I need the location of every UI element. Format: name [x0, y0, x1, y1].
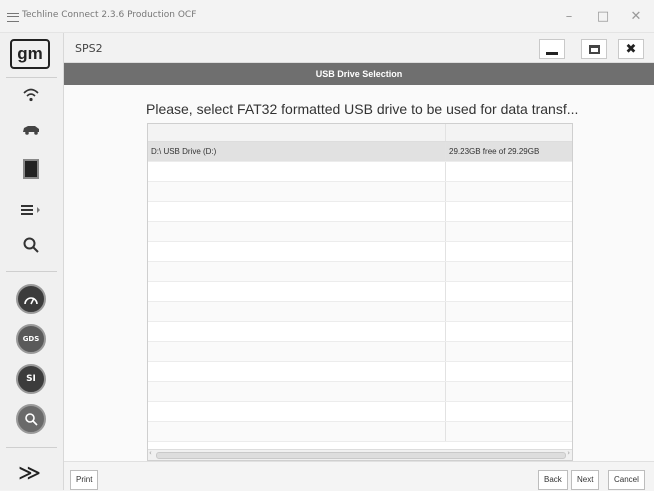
section-banner: USB Drive Selection: [64, 63, 654, 85]
menu-icon[interactable]: [7, 13, 19, 22]
scroll-right-icon[interactable]: ›: [567, 449, 570, 457]
close-panel-button[interactable]: ✖: [618, 39, 644, 59]
empty-cell: [446, 182, 572, 201]
drive-space-cell: 29.23GB free of 29.29GB: [449, 147, 540, 156]
empty-cell: [148, 262, 446, 281]
list-icon[interactable]: [12, 196, 50, 224]
empty-cell: [148, 382, 446, 401]
module-icon[interactable]: [12, 155, 50, 183]
minimize-window-button[interactable]: –: [554, 6, 584, 28]
empty-cell: [446, 402, 572, 421]
table-row[interactable]: D:\ USB Drive (D:) 29.23GB free of 29.29G…: [148, 142, 572, 162]
empty-cell: [148, 182, 446, 201]
empty-cell: [148, 422, 446, 441]
sidebar: gm GDS SI ≫: [0, 33, 64, 490]
title-bar: Techline Connect 2.3.6 Production OCF – …: [0, 0, 654, 33]
empty-table-row: [148, 422, 572, 442]
drive-name-cell: D:\ USB Drive (D:): [148, 142, 446, 161]
wifi-icon[interactable]: [12, 81, 50, 109]
empty-cell: [148, 362, 446, 381]
next-button[interactable]: Next: [571, 470, 600, 490]
empty-table-row: [148, 162, 572, 182]
empty-table-row: [148, 402, 572, 422]
empty-cell: [148, 342, 446, 361]
empty-cell: [446, 342, 572, 361]
app-header: SPS2 ✖: [64, 33, 654, 63]
empty-cell: [148, 302, 446, 321]
print-button[interactable]: Print: [70, 470, 99, 490]
empty-cell: [446, 222, 572, 241]
expand-sidebar-icon[interactable]: ≫: [18, 461, 41, 486]
footer-bar: Print Back Next Cancel: [64, 461, 654, 491]
empty-cell: [446, 362, 572, 381]
empty-cell: [446, 202, 572, 221]
table-header: [148, 124, 572, 142]
scrollbar-thumb[interactable]: [156, 452, 566, 459]
maximize-window-button[interactable]: □: [588, 6, 618, 28]
empty-cell: [148, 162, 446, 181]
sps-icon[interactable]: [12, 404, 50, 434]
empty-table-row: [148, 342, 572, 362]
empty-table-row: [148, 282, 572, 302]
empty-table-row: [148, 182, 572, 202]
empty-table-row: [148, 322, 572, 342]
empty-table-row: [148, 262, 572, 282]
minimize-panel-button[interactable]: [539, 39, 565, 59]
vehicle-icon[interactable]: [12, 115, 50, 143]
gds-icon[interactable]: GDS: [12, 324, 50, 354]
gauge-icon[interactable]: [12, 284, 50, 314]
empty-cell: [148, 202, 446, 221]
empty-cell: [446, 262, 572, 281]
empty-table-row: [148, 202, 572, 222]
empty-table-row: [148, 222, 572, 242]
maximize-panel-button[interactable]: [581, 39, 607, 59]
empty-table-row: [148, 302, 572, 322]
empty-cell: [446, 242, 572, 261]
gds-label: GDS: [16, 324, 46, 354]
empty-cell: [148, 222, 446, 241]
si-label: SI: [16, 364, 46, 394]
empty-table-row: [148, 382, 572, 402]
search-icon[interactable]: [12, 231, 50, 259]
empty-cell: [148, 402, 446, 421]
close-window-button[interactable]: ✕: [621, 6, 651, 28]
empty-cell: [148, 242, 446, 261]
scroll-left-icon[interactable]: ‹: [149, 449, 152, 457]
empty-cell: [446, 302, 572, 321]
empty-cell: [148, 322, 446, 341]
si-icon[interactable]: SI: [12, 364, 50, 394]
sidebar-divider: [6, 77, 57, 78]
empty-table-row: [148, 242, 572, 262]
empty-cell: [446, 282, 572, 301]
main-panel: SPS2 ✖ USB Drive Selection Please, selec…: [64, 33, 654, 491]
instruction-text: Please, select FAT32 formatted USB drive…: [146, 101, 579, 117]
sidebar-divider: [6, 447, 57, 448]
empty-cell: [148, 282, 446, 301]
horizontal-scrollbar[interactable]: ‹ ›: [148, 449, 572, 460]
usb-drive-table: D:\ USB Drive (D:) 29.23GB free of 29.29G…: [147, 123, 573, 461]
empty-cell: [446, 162, 572, 181]
column-header-drive: [148, 124, 446, 141]
column-header-space: [446, 124, 572, 141]
gm-logo: gm: [10, 39, 50, 69]
app-name: SPS2: [75, 42, 103, 55]
sidebar-divider: [6, 271, 57, 272]
back-button[interactable]: Back: [538, 470, 568, 490]
window-title: Techline Connect 2.3.6 Production OCF: [22, 10, 197, 20]
empty-cell: [446, 322, 572, 341]
empty-cell: [446, 422, 572, 441]
empty-table-row: [148, 362, 572, 382]
empty-cell: [446, 382, 572, 401]
cancel-button[interactable]: Cancel: [608, 470, 645, 490]
